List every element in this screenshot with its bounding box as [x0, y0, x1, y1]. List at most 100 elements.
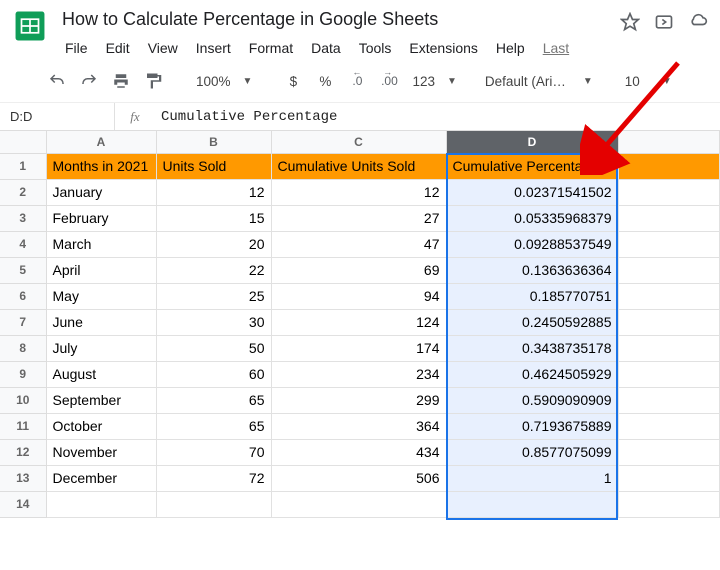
menu-data[interactable]: Data	[302, 36, 350, 60]
row-header[interactable]: 1	[0, 153, 46, 179]
cell[interactable]: 60	[156, 361, 271, 387]
menu-format[interactable]: Format	[240, 36, 302, 60]
cell[interactable]: 0.4624505929	[446, 361, 618, 387]
increase-decimal-button[interactable]: .00→	[376, 68, 402, 94]
cell[interactable]: Cumulative Units Sold	[271, 153, 446, 179]
cell[interactable]	[618, 231, 720, 257]
font-select[interactable]: Default (Ari…▼	[485, 74, 595, 89]
col-header-B[interactable]: B	[156, 131, 271, 153]
formula-input[interactable]: Cumulative Percentage	[155, 109, 720, 125]
cell[interactable]: July	[46, 335, 156, 361]
cell[interactable]: Units Sold	[156, 153, 271, 179]
more-formats-button[interactable]: 123▼	[408, 74, 458, 89]
undo-button[interactable]	[44, 68, 70, 94]
star-icon[interactable]	[620, 12, 640, 32]
menu-edit[interactable]: Edit	[97, 36, 139, 60]
cell[interactable]: 506	[271, 465, 446, 491]
cell[interactable]	[618, 465, 720, 491]
row-header[interactable]: 3	[0, 205, 46, 231]
cell[interactable]: 12	[271, 179, 446, 205]
cell[interactable]: 15	[156, 205, 271, 231]
cell[interactable]: 0.02371541502	[446, 179, 618, 205]
col-header-overflow[interactable]	[618, 131, 720, 153]
cell[interactable]	[618, 335, 720, 361]
row-header[interactable]: 10	[0, 387, 46, 413]
cell[interactable]	[446, 491, 618, 517]
cell[interactable]	[618, 179, 720, 205]
row-header[interactable]: 5	[0, 257, 46, 283]
spreadsheet-grid[interactable]: A B C D 1 Months in 2021 Units Sold Cumu…	[0, 131, 720, 518]
row-header[interactable]: 12	[0, 439, 46, 465]
cell[interactable]: 0.2450592885	[446, 309, 618, 335]
cell[interactable]: 124	[271, 309, 446, 335]
cell[interactable]: March	[46, 231, 156, 257]
cell[interactable]: Cumulative Percentage	[446, 153, 618, 179]
cloud-status-icon[interactable]	[688, 12, 708, 32]
cell[interactable]: 25	[156, 283, 271, 309]
row-header[interactable]: 2	[0, 179, 46, 205]
cell[interactable]: February	[46, 205, 156, 231]
cell[interactable]	[618, 309, 720, 335]
row-header[interactable]: 4	[0, 231, 46, 257]
zoom-select[interactable]: 100%▼	[192, 74, 254, 89]
cell[interactable]: 47	[271, 231, 446, 257]
cell[interactable]: October	[46, 413, 156, 439]
row-header[interactable]: 13	[0, 465, 46, 491]
col-header-D[interactable]: D	[446, 131, 618, 153]
cell[interactable]: August	[46, 361, 156, 387]
cell[interactable]: 434	[271, 439, 446, 465]
menu-last-edit[interactable]: Last	[534, 36, 578, 60]
cell[interactable]: May	[46, 283, 156, 309]
row-header[interactable]: 8	[0, 335, 46, 361]
cell[interactable]: 0.5909090909	[446, 387, 618, 413]
cell[interactable]	[618, 413, 720, 439]
cell[interactable]	[618, 153, 720, 179]
cell[interactable]	[156, 491, 271, 517]
menu-view[interactable]: View	[139, 36, 187, 60]
cell[interactable]	[618, 257, 720, 283]
sheets-logo[interactable]	[10, 6, 50, 46]
cell[interactable]: 174	[271, 335, 446, 361]
cell[interactable]	[618, 283, 720, 309]
cell[interactable]: 22	[156, 257, 271, 283]
menu-file[interactable]: File	[56, 36, 97, 60]
redo-button[interactable]	[76, 68, 102, 94]
cell[interactable]: November	[46, 439, 156, 465]
cell[interactable]: 12	[156, 179, 271, 205]
cell[interactable]	[618, 491, 720, 517]
cell[interactable]: 0.09288537549	[446, 231, 618, 257]
menu-help[interactable]: Help	[487, 36, 534, 60]
cell[interactable]: 65	[156, 413, 271, 439]
select-all-corner[interactable]	[0, 131, 46, 153]
cell[interactable]: 27	[271, 205, 446, 231]
cell[interactable]: 30	[156, 309, 271, 335]
cell[interactable]	[618, 361, 720, 387]
cell[interactable]: 364	[271, 413, 446, 439]
cell[interactable]: 70	[156, 439, 271, 465]
doc-title[interactable]: How to Calculate Percentage in Google Sh…	[56, 6, 578, 34]
row-header[interactable]: 14	[0, 491, 46, 517]
move-icon[interactable]	[654, 12, 674, 32]
cell[interactable]	[618, 387, 720, 413]
row-header[interactable]: 9	[0, 361, 46, 387]
cell[interactable]: June	[46, 309, 156, 335]
cell[interactable]: 0.185770751	[446, 283, 618, 309]
menu-extensions[interactable]: Extensions	[400, 36, 486, 60]
cell[interactable]	[46, 491, 156, 517]
menu-tools[interactable]: Tools	[350, 36, 401, 60]
format-currency-button[interactable]: $	[280, 68, 306, 94]
cell[interactable]: December	[46, 465, 156, 491]
cell[interactable]: 1	[446, 465, 618, 491]
cell[interactable]: 0.7193675889	[446, 413, 618, 439]
paint-format-button[interactable]	[140, 68, 166, 94]
cell[interactable]: 234	[271, 361, 446, 387]
decrease-decimal-button[interactable]: .0←	[344, 68, 370, 94]
row-header[interactable]: 6	[0, 283, 46, 309]
cell[interactable]: Months in 2021	[46, 153, 156, 179]
cell[interactable]: 50	[156, 335, 271, 361]
cell[interactable]: 65	[156, 387, 271, 413]
cell[interactable]: 69	[271, 257, 446, 283]
cell[interactable]	[618, 205, 720, 231]
name-box[interactable]: D:D	[0, 103, 115, 130]
cell[interactable]: April	[46, 257, 156, 283]
